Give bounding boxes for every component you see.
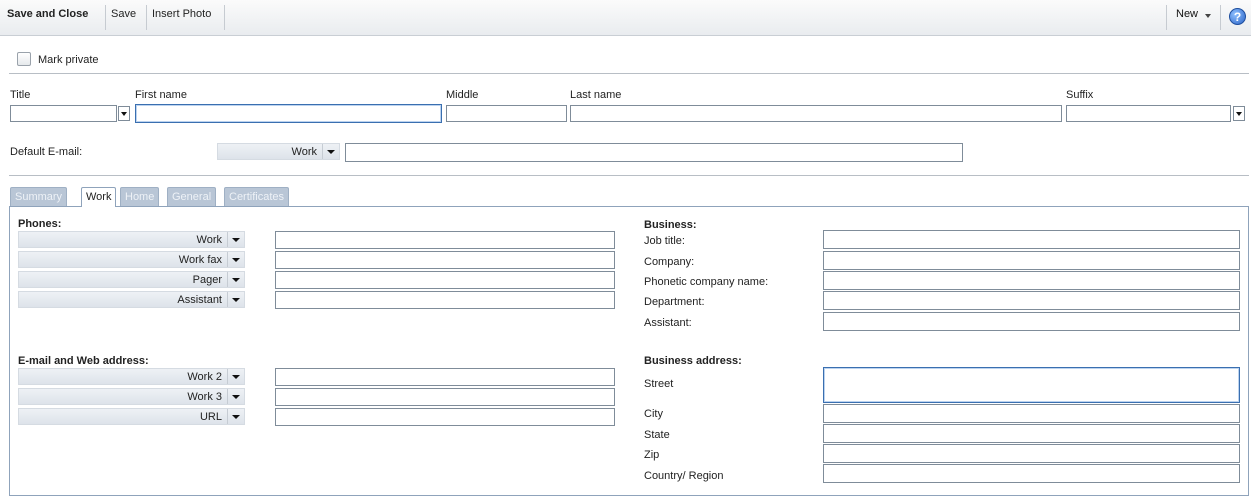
chevron-down-icon[interactable] xyxy=(227,369,244,384)
phone-type-select-assistant[interactable]: Assistant xyxy=(18,291,245,308)
tab-general[interactable]: General xyxy=(167,187,217,206)
suffix-select[interactable] xyxy=(1066,105,1231,122)
business-address-heading: Business address: xyxy=(644,355,742,367)
phonetic-company-field[interactable] xyxy=(823,271,1240,290)
web-type-label: URL xyxy=(199,411,222,423)
email-type-select-work2[interactable]: Work 2 xyxy=(18,368,245,385)
email-type-label: Work 3 xyxy=(187,391,222,403)
tab-home[interactable]: Home xyxy=(120,187,160,206)
first-name-label: First name xyxy=(135,89,187,101)
phonetic-company-label: Phonetic company name: xyxy=(644,276,769,288)
email-work3-field[interactable] xyxy=(275,388,615,406)
chevron-down-icon[interactable] xyxy=(227,292,244,307)
chevron-down-icon[interactable] xyxy=(227,252,244,267)
job-title-label: Job title: xyxy=(644,235,685,247)
country-region-label: Country/ Region xyxy=(644,470,724,482)
state-field[interactable] xyxy=(823,424,1240,443)
middle-name-field[interactable] xyxy=(446,105,567,122)
new-button[interactable]: New xyxy=(1176,8,1198,20)
email-work2-field[interactable] xyxy=(275,368,615,386)
help-icon[interactable]: ? xyxy=(1229,8,1246,25)
middle-label: Middle xyxy=(446,89,479,101)
phone-work-field[interactable] xyxy=(275,231,615,249)
first-name-field[interactable] xyxy=(135,104,442,123)
web-type-select-url[interactable]: URL xyxy=(18,408,245,425)
chevron-down-icon[interactable] xyxy=(227,272,244,287)
company-field[interactable] xyxy=(823,251,1240,270)
city-label: City xyxy=(644,408,663,420)
suffix-dropdown-arrow[interactable] xyxy=(1233,106,1245,121)
department-label: Department: xyxy=(644,296,705,308)
url-field[interactable] xyxy=(275,408,615,426)
mark-private-label: Mark private xyxy=(38,54,99,66)
phone-assistant-field[interactable] xyxy=(275,291,615,309)
last-name-field[interactable] xyxy=(570,105,1062,122)
chevron-down-icon[interactable] xyxy=(322,144,339,159)
save-and-close-button[interactable]: Save and Close xyxy=(7,8,88,20)
save-button[interactable]: Save xyxy=(111,8,136,20)
department-field[interactable] xyxy=(823,291,1240,310)
toolbar-separator xyxy=(1220,5,1221,30)
phone-type-label: Work fax xyxy=(178,254,222,266)
insert-photo-button[interactable]: Insert Photo xyxy=(152,8,211,20)
suffix-label: Suffix xyxy=(1066,89,1094,101)
toolbar-separator xyxy=(146,5,147,30)
title-select[interactable] xyxy=(10,105,117,122)
chevron-down-icon[interactable] xyxy=(227,389,244,404)
mark-private-checkbox[interactable] xyxy=(17,52,31,66)
chevron-down-icon[interactable] xyxy=(227,409,244,424)
phones-heading: Phones: xyxy=(18,218,62,230)
street-field[interactable] xyxy=(823,367,1240,403)
phone-type-select-work[interactable]: Work xyxy=(18,231,245,248)
toolbar-separator xyxy=(224,5,225,30)
email-web-heading: E-mail and Web address: xyxy=(18,355,149,367)
toolbar: Save and Close Save Insert Photo New ? xyxy=(0,0,1251,36)
divider xyxy=(9,73,1249,74)
phone-type-label: Assistant xyxy=(177,294,222,306)
title-label: Title xyxy=(10,89,31,101)
business-heading: Business: xyxy=(644,219,697,231)
default-email-type-select[interactable]: Work xyxy=(217,143,340,160)
phone-work-fax-field[interactable] xyxy=(275,251,615,269)
tab-summary[interactable]: Summary xyxy=(10,187,68,206)
default-email-label: Default E-mail: xyxy=(10,146,83,158)
chevron-down-icon[interactable] xyxy=(1205,14,1211,18)
city-field[interactable] xyxy=(823,404,1240,423)
country-region-field[interactable] xyxy=(823,464,1240,483)
email-type-label: Work 2 xyxy=(187,371,222,383)
tab-certificates[interactable]: Certificates xyxy=(224,187,290,206)
phone-type-label: Pager xyxy=(192,274,222,286)
phone-pager-field[interactable] xyxy=(275,271,615,289)
default-email-field[interactable] xyxy=(345,143,963,162)
zip-field[interactable] xyxy=(823,444,1240,463)
phone-type-select-pager[interactable]: Pager xyxy=(18,271,245,288)
divider xyxy=(9,175,1249,176)
default-email-type-label: Work xyxy=(291,146,317,158)
toolbar-separator xyxy=(105,5,106,30)
tab-work[interactable]: Work xyxy=(81,187,117,207)
company-label: Company: xyxy=(644,256,695,268)
toolbar-separator xyxy=(1166,5,1167,30)
job-title-field[interactable] xyxy=(823,230,1240,249)
last-name-label: Last name xyxy=(570,89,622,101)
title-dropdown-arrow[interactable] xyxy=(118,106,130,121)
phone-type-label: Work xyxy=(196,234,222,246)
business-assistant-label: Assistant: xyxy=(644,317,692,329)
street-label: Street xyxy=(644,378,674,390)
chevron-down-icon[interactable] xyxy=(227,232,244,247)
business-assistant-field[interactable] xyxy=(823,312,1240,331)
email-type-select-work3[interactable]: Work 3 xyxy=(18,388,245,405)
state-label: State xyxy=(644,429,670,441)
zip-label: Zip xyxy=(644,449,660,461)
phone-type-select-work-fax[interactable]: Work fax xyxy=(18,251,245,268)
